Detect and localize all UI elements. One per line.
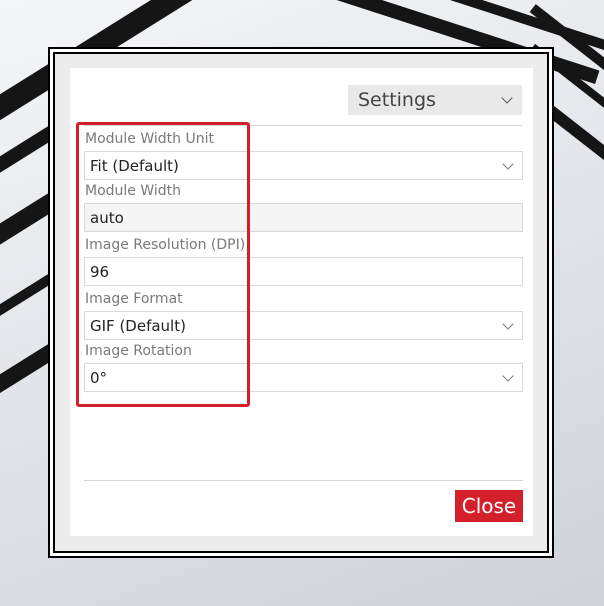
footer-divider	[84, 480, 523, 481]
settings-dropdown-label: Settings	[358, 89, 436, 111]
chevron-down-icon	[502, 370, 514, 382]
highlight-annotation-box	[76, 122, 250, 407]
chevron-down-icon	[501, 92, 513, 104]
settings-dropdown[interactable]: Settings	[348, 85, 522, 115]
chevron-down-icon	[502, 318, 514, 330]
close-button[interactable]: Close	[455, 490, 523, 522]
chevron-down-icon	[502, 158, 514, 170]
